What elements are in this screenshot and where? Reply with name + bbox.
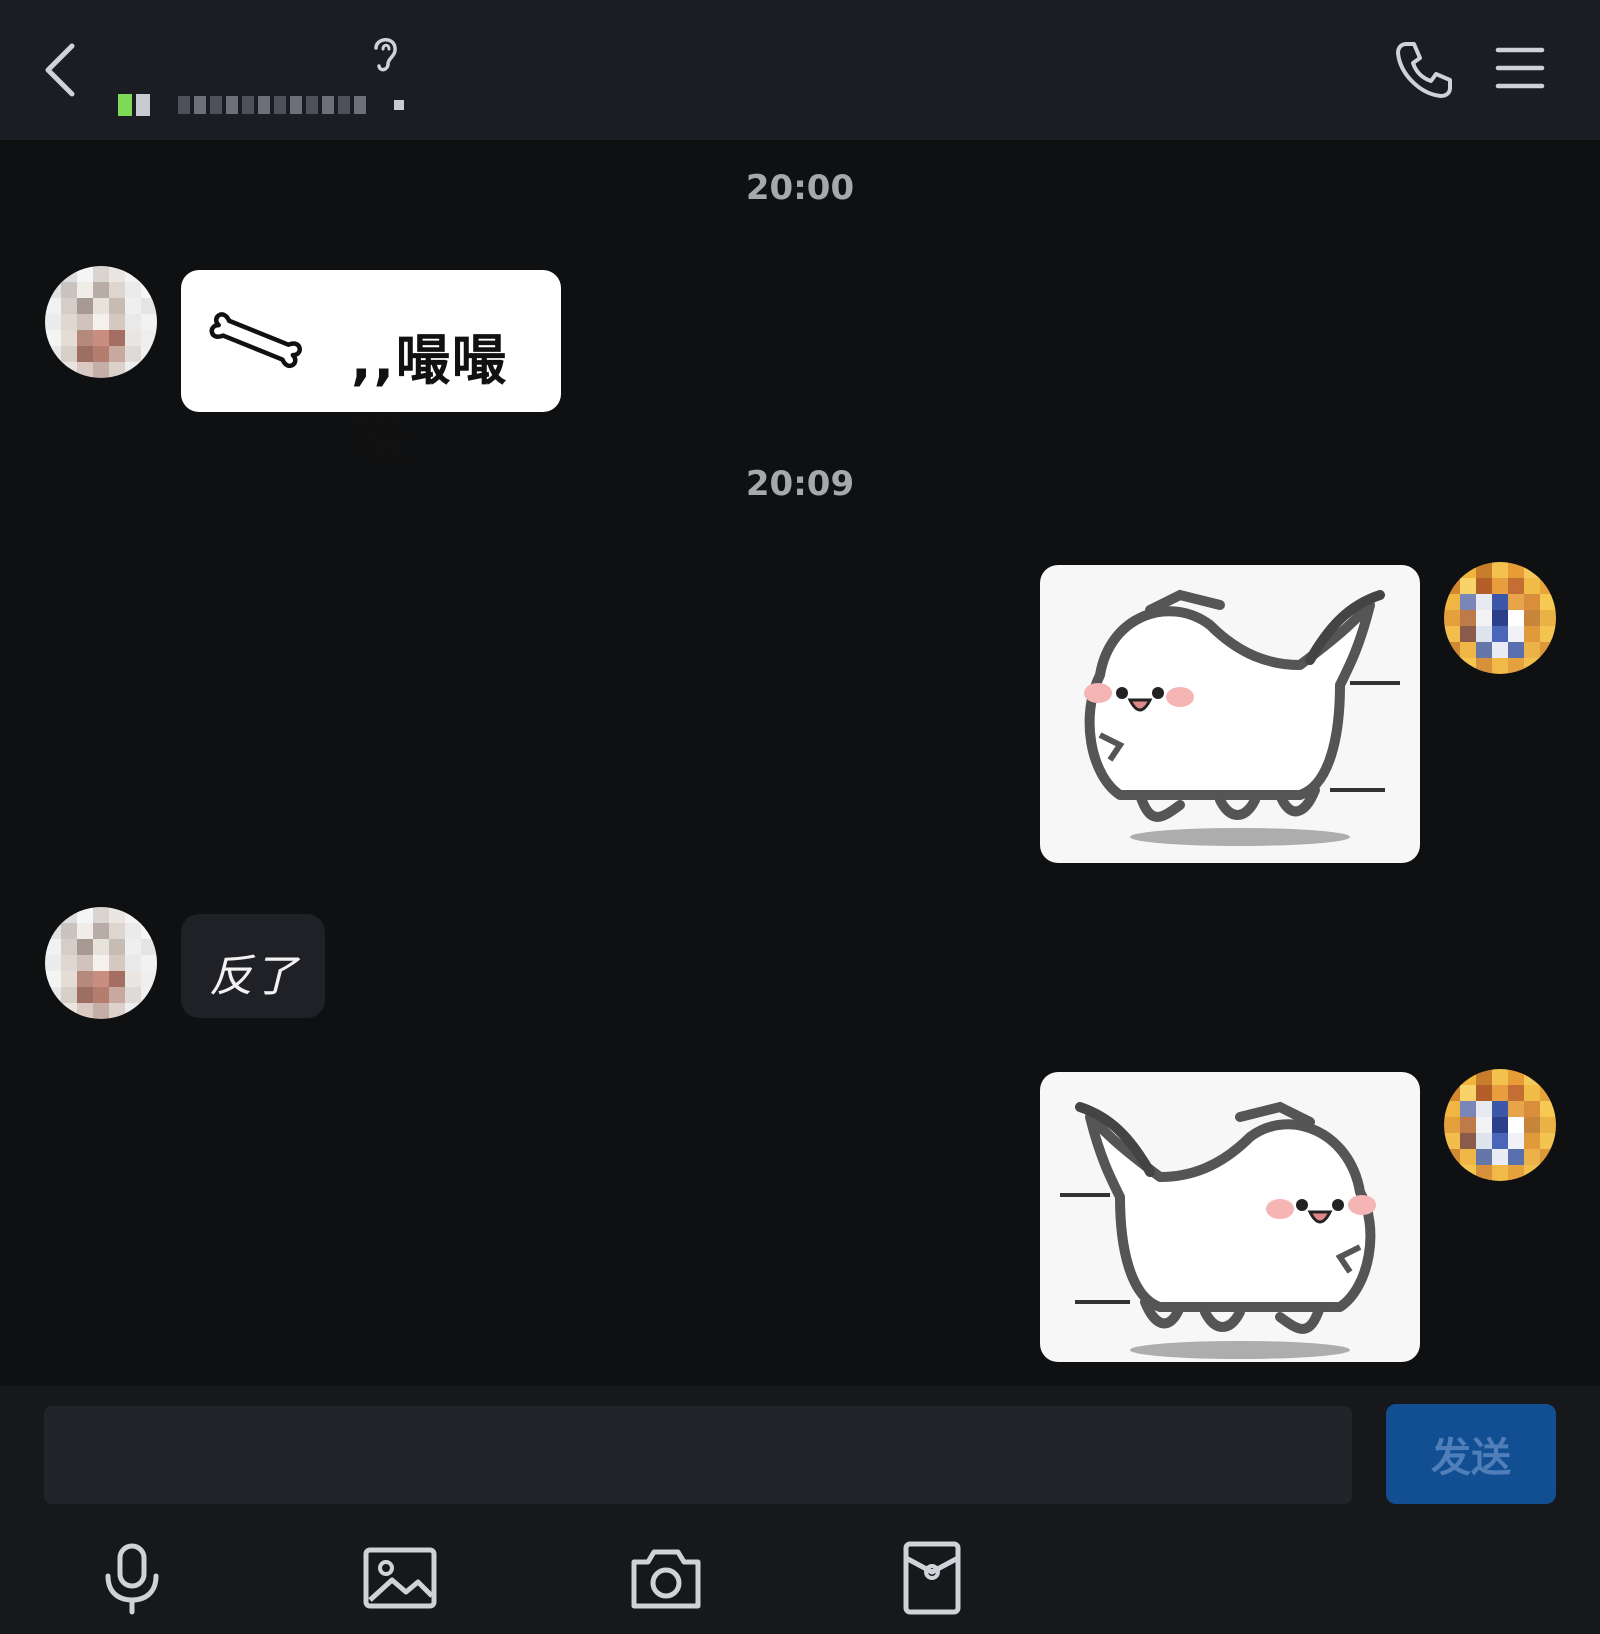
- camera-button[interactable]: [626, 1538, 706, 1618]
- dog-sticker-image[interactable]: [1040, 565, 1420, 863]
- voice-call-button[interactable]: [1392, 38, 1456, 102]
- timestamp: 20:00: [745, 168, 855, 208]
- cartoon-dog-sticker-icon: [1060, 1101, 1376, 1359]
- text-message[interactable]: 反了: [181, 914, 325, 1018]
- microphone-icon: [105, 1543, 159, 1615]
- avatar-me[interactable]: [1444, 562, 1556, 674]
- sticker-text: ,,嘬嘬嘬: [351, 329, 509, 471]
- avatar-other[interactable]: [45, 907, 157, 1019]
- contact-name-pixelated[interactable]: [118, 30, 358, 86]
- send-button[interactable]: 发送: [1386, 1404, 1556, 1504]
- composer-bar: 发送: [0, 1386, 1600, 1634]
- dog-sticker-image[interactable]: [1040, 1072, 1420, 1362]
- avatar-other[interactable]: [45, 266, 157, 378]
- camera-icon: [631, 1549, 701, 1609]
- hamburger-menu-icon: [1495, 47, 1545, 89]
- red-packet-icon: [903, 1541, 961, 1615]
- message-text: 反了: [209, 951, 297, 1002]
- bone-icon: [209, 312, 302, 369]
- sticker-message[interactable]: ,,嘬嘬嘬: [181, 270, 561, 471]
- red-packet-button[interactable]: [892, 1538, 972, 1618]
- phone-icon: [1396, 42, 1452, 98]
- chevron-left-icon: [45, 43, 75, 97]
- back-button[interactable]: [38, 38, 90, 102]
- voice-input-button[interactable]: [92, 1538, 172, 1618]
- image-icon: [363, 1547, 437, 1609]
- earpiece-mode-icon[interactable]: [368, 32, 402, 76]
- timestamp: 20:09: [745, 464, 855, 504]
- contact-status: [118, 94, 408, 116]
- chat-header: [0, 0, 1600, 140]
- image-picker-button[interactable]: [360, 1538, 440, 1618]
- message-input[interactable]: [44, 1406, 1352, 1504]
- cartoon-dog-sticker-icon: [1084, 589, 1400, 846]
- menu-button[interactable]: [1494, 44, 1546, 92]
- avatar-me[interactable]: [1444, 1069, 1556, 1181]
- contact-name: [118, 30, 358, 86]
